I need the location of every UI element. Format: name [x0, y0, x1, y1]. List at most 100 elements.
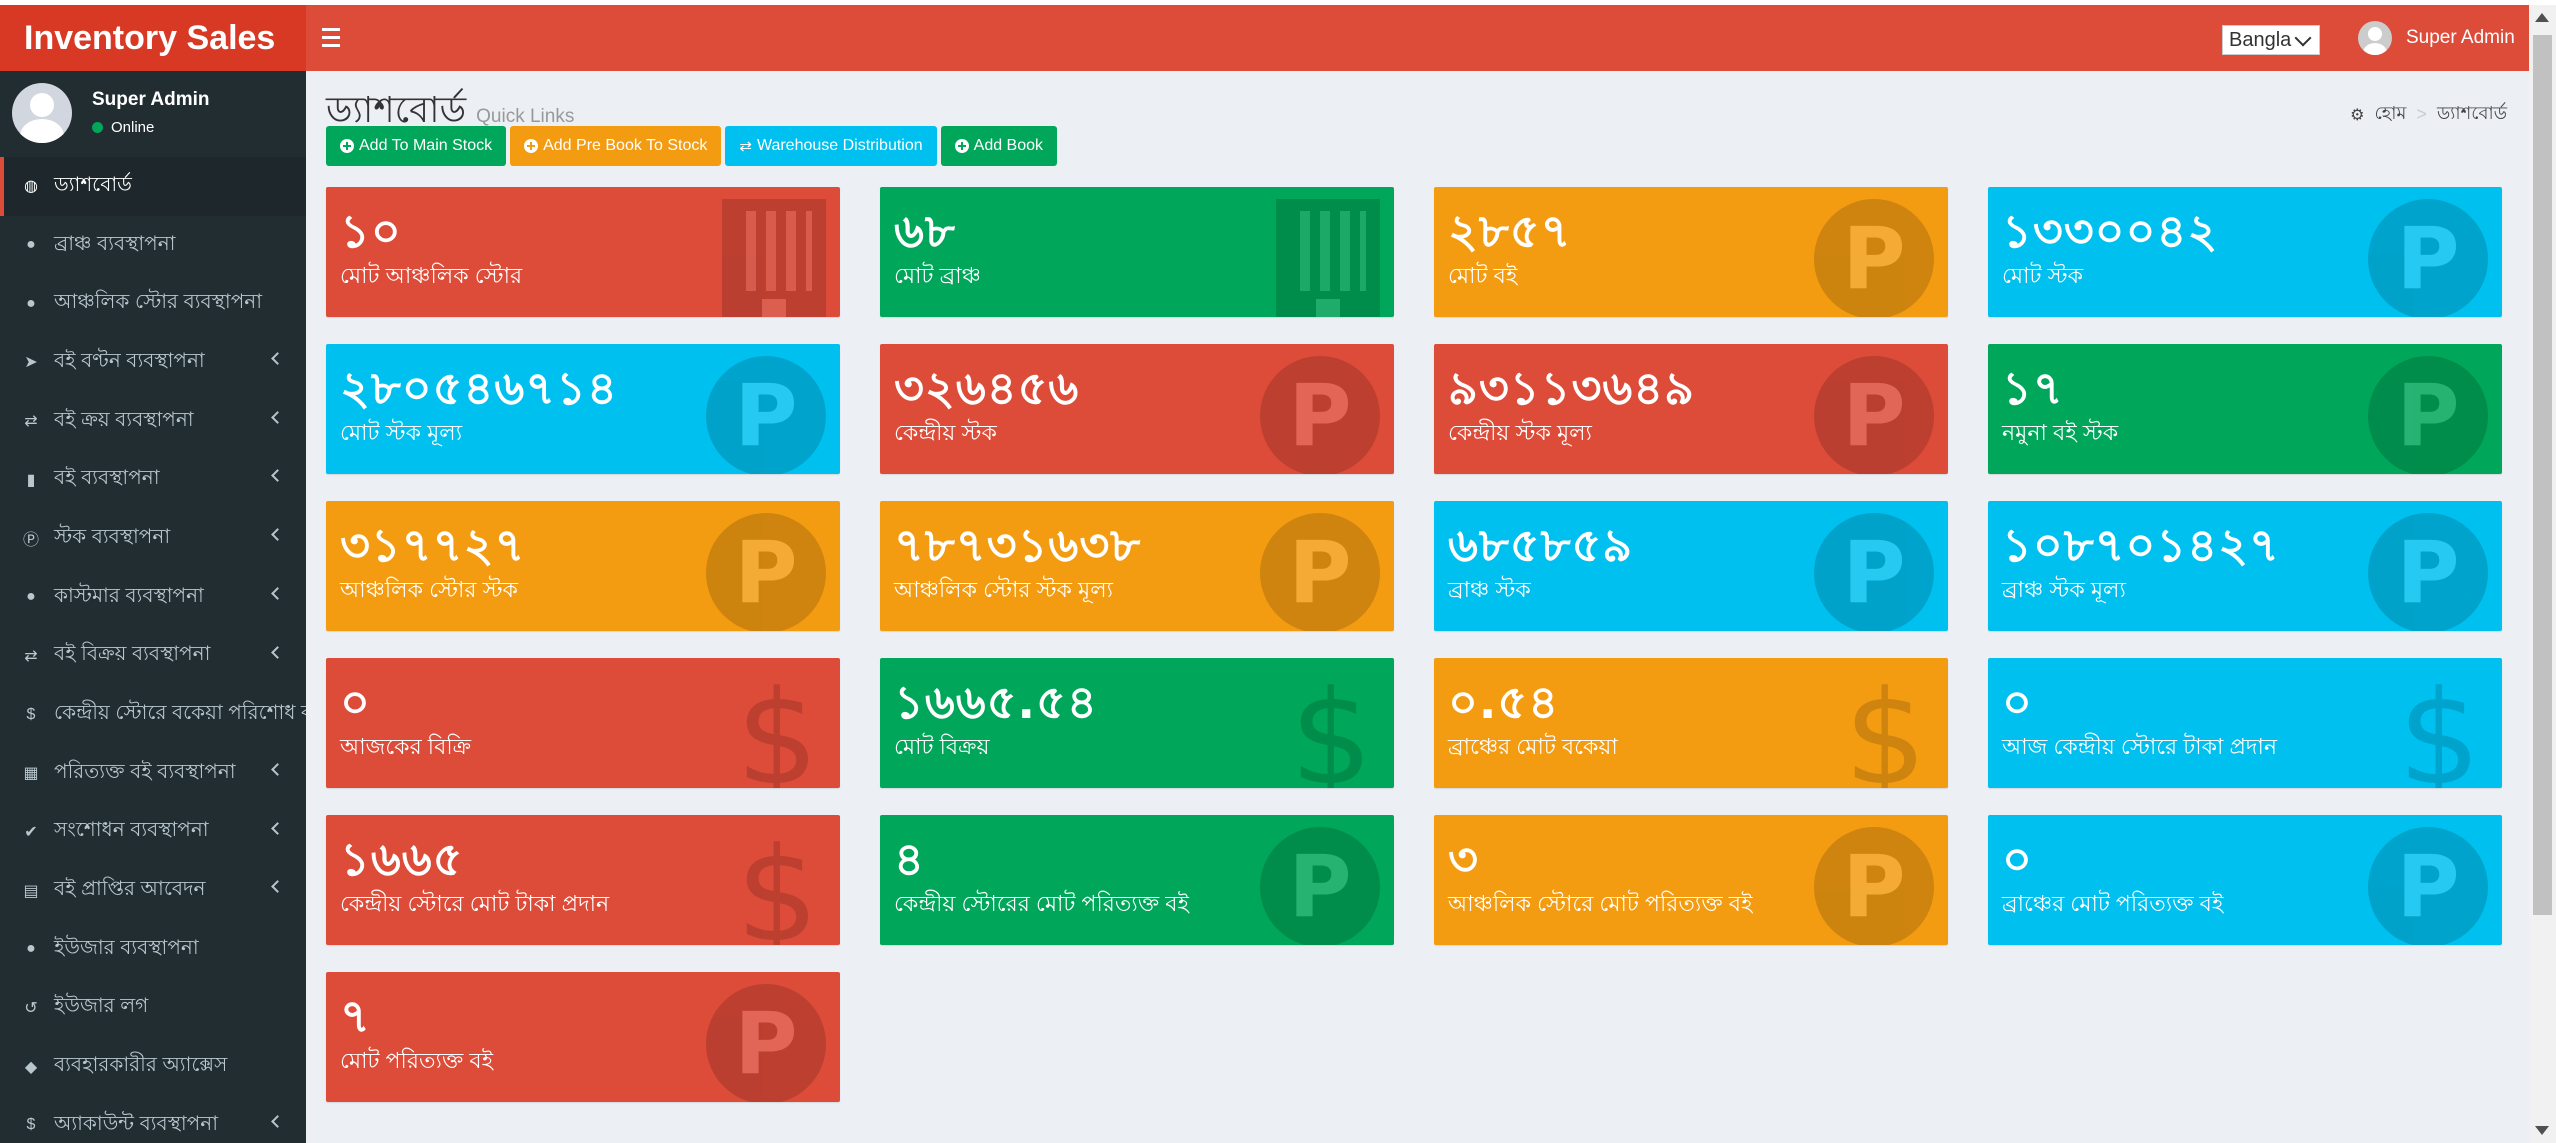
sidebar-toggle-icon[interactable]	[322, 23, 348, 53]
stat-box: ১৬৬৫.৫৪ মোট বিক্রয়	[880, 658, 1394, 788]
sidebar-item[interactable]: ◆ ব্যবহারকারীর অ্যাক্সেস	[0, 1037, 306, 1096]
online-dot-icon	[92, 122, 103, 133]
sidebar-user-panel: Super Admin Online	[0, 71, 306, 157]
sidebar-item[interactable]: ● ব্রাঞ্চ ব্যবস্থাপনা	[0, 216, 306, 275]
product-hunt-icon	[1260, 827, 1380, 945]
chevron-left-icon	[271, 645, 284, 659]
language-select[interactable]: Bangla	[2222, 25, 2320, 55]
app-logo[interactable]: Inventory Sales	[0, 5, 306, 71]
status-label: Online	[111, 119, 155, 136]
quick-link-button[interactable]: Add Pre Book To Stock	[510, 126, 722, 166]
sidebar-item[interactable]: ▦ পরিত্যক্ত বই ব্যবস্থাপনা	[0, 744, 306, 803]
product-hunt-icon	[706, 513, 826, 631]
sidebar-menu: ◍ ড্যাশবোর্ড ● ব্রাঞ্চ ব্যবস্থাপনা ● আঞ্চলিক …	[0, 157, 306, 1143]
shield-icon: ◆	[24, 1058, 38, 1076]
stat-label: মোট বই	[1448, 263, 1518, 288]
stat-label: কেন্দ্রীয় স্টক মূল্য	[1448, 420, 1592, 445]
stats-grid: ১০ মোট আঞ্চলিক স্টোর ৬৮ মোট ব্রাঞ্চ ২৮৫৭ মোট …	[326, 187, 2506, 1102]
dashboard-icon: ◍	[24, 178, 38, 196]
stat-label: আঞ্চলিক স্টোর স্টক মূল্য	[894, 577, 1114, 602]
history-icon: ↺	[24, 999, 38, 1017]
stat-label: মোট ব্রাঞ্চ	[894, 263, 981, 288]
stat-box: ১৭ নমুনা বই স্টক	[1988, 344, 2502, 474]
exchange-icon: ⇄	[739, 138, 752, 155]
scroll-up-icon[interactable]	[2535, 13, 2549, 22]
sidebar-item[interactable]: ◍ ড্যাশবোর্ড	[0, 157, 306, 216]
chevron-left-icon	[271, 352, 284, 365]
stat-box: ৩১৭৭২৭ আঞ্চলিক স্টোর স্টক	[326, 501, 840, 631]
product-hunt-icon	[706, 356, 826, 474]
page-scrollbar[interactable]	[2529, 5, 2556, 1143]
stat-box: ০ আজ কেন্দ্রীয় স্টোরে টাকা প্রদান	[1988, 658, 2502, 788]
quick-link-button[interactable]: ⇄ Warehouse Distribution	[725, 126, 937, 166]
product-hunt-icon	[2368, 513, 2488, 631]
stat-box: ৭ মোট পরিত্যক্ত বই	[326, 972, 840, 1102]
breadcrumb-home[interactable]: হোম	[2374, 99, 2406, 130]
chevron-left-icon	[271, 880, 284, 894]
sidebar-item[interactable]: ✔ সংশোধন ব্যবস্থাপনা	[0, 803, 306, 862]
sidebar-item[interactable]: ▤ বই প্রাপ্তির আবেদন	[0, 861, 306, 920]
stat-box: ৭৮৭৩১৬৩৮ আঞ্চলিক স্টোর স্টক মূল্য	[880, 501, 1394, 631]
sidebar-item-label: ইউজার ব্যবস্থাপনা	[54, 936, 199, 959]
sidebar-item-label: সংশোধন ব্যবস্থাপনা	[54, 819, 209, 842]
sidebar-item-label: কাস্টমার ব্যবস্থাপনা	[54, 584, 204, 607]
sidebar-item-label: কেন্দ্রীয় স্টোরে বকেয়া পরিশোধ ব্	[54, 702, 306, 725]
user-circle-icon: ●	[26, 294, 36, 312]
breadcrumb-separator: >	[2416, 104, 2427, 124]
product-hunt-icon	[1814, 356, 1934, 474]
sidebar-item[interactable]: ● ইউজার ব্যবস্থাপনা	[0, 920, 306, 979]
dollar-icon: $	[26, 1116, 36, 1134]
sidebar-item-label: বই ব্যবস্থাপনা	[54, 467, 160, 490]
sidebar-item[interactable]: ⇄ বই বিক্রয় ব্যবস্থাপনা	[0, 627, 306, 686]
sidebar-item[interactable]: ▮ বই ব্যবস্থাপনা	[0, 450, 306, 509]
quick-link-button[interactable]: Add Book	[940, 126, 1058, 166]
sidebar-item[interactable]: ↺ ইউজার লগ	[0, 979, 306, 1038]
dollar-icon	[736, 819, 819, 945]
sidebar-item[interactable]: Ⓟ স্টক ব্যবস্থাপনা	[0, 509, 306, 568]
sidebar-item-label: অ্যাকাউন্ট ব্যবস্থাপনা	[54, 1112, 218, 1135]
scroll-thumb[interactable]	[2533, 35, 2552, 915]
dashboard-icon: ⚙	[2350, 106, 2365, 124]
online-status: Online	[92, 119, 154, 136]
product-hunt-icon	[1260, 513, 1380, 631]
user-circle-icon: ●	[26, 588, 36, 606]
sidebar-item-label: ইউজার লগ	[54, 995, 149, 1018]
product-hunt-icon	[1814, 513, 1934, 631]
stat-box: ২৮৫৭ মোট বই	[1434, 187, 1948, 317]
chevron-left-icon	[271, 763, 284, 776]
stat-label: আঞ্চলিক স্টোর স্টক	[340, 577, 518, 602]
product-hunt-icon: Ⓟ	[22, 532, 39, 550]
quick-link-button[interactable]: Add To Main Stock	[326, 126, 507, 166]
sidebar-item[interactable]: ● আঞ্চলিক স্টোর ব্যবস্থাপনা	[0, 274, 306, 333]
quick-link-label: Add Book	[973, 137, 1044, 154]
stat-label: মোট স্টক	[2002, 263, 2083, 288]
exchange-icon: ⇄	[24, 413, 38, 431]
user-avatar-icon	[2358, 21, 2392, 55]
quick-link-label: Warehouse Distribution	[756, 137, 923, 154]
stat-box: ৩ আঞ্চলিক স্টোরে মোট পরিত্যক্ত বই	[1434, 815, 1948, 945]
stat-label: নমুনা বই স্টক	[2002, 420, 2119, 445]
breadcrumb-current: ড্যাশবোর্ড	[2436, 103, 2507, 123]
paper-plane-icon: ➤	[24, 354, 38, 372]
breadcrumb: ⚙ হোম > ড্যাশবোর্ড	[2350, 99, 2507, 130]
file-icon: ▤	[23, 882, 39, 900]
stat-label: আঞ্চলিক স্টোরে মোট পরিত্যক্ত বই	[1448, 891, 1753, 916]
dollar-icon	[736, 662, 819, 788]
sidebar-item-label: স্টক ব্যবস্থাপনা	[54, 525, 171, 548]
plus-circle-icon	[340, 139, 354, 153]
sidebar: Super Admin Online ◍ ড্যাশবোর্ড ● ব্রাঞ্চ ব…	[0, 71, 306, 1143]
chevron-left-icon	[271, 469, 284, 483]
building-icon	[722, 199, 826, 317]
dollar-icon	[1290, 662, 1373, 788]
sidebar-item[interactable]: $ কেন্দ্রীয় স্টোরে বকেয়া পরিশোধ ব্	[0, 685, 306, 744]
stat-label: ব্রাঞ্চের মোট পরিত্যক্ত বই	[2002, 891, 2224, 916]
stat-box: ৯৩১১৩৬৪৯ কেন্দ্রীয় স্টক মূল্য	[1434, 344, 1948, 474]
sidebar-item[interactable]: ⇄ বই ক্রয় ব্যবস্থাপনা	[0, 392, 306, 451]
sidebar-item[interactable]: $ অ্যাকাউন্ট ব্যবস্থাপনা	[0, 1096, 306, 1143]
product-hunt-icon	[2368, 356, 2488, 474]
user-menu[interactable]: Super Admin	[2358, 20, 2515, 56]
sidebar-item[interactable]: ● কাস্টমার ব্যবস্থাপনা	[0, 568, 306, 627]
stat-label: ব্রাঞ্চ স্টক	[1448, 577, 1531, 602]
scroll-down-icon[interactable]	[2535, 1126, 2549, 1135]
sidebar-item[interactable]: ➤ বই বণ্টন ব্যবস্থাপনা	[0, 333, 306, 392]
